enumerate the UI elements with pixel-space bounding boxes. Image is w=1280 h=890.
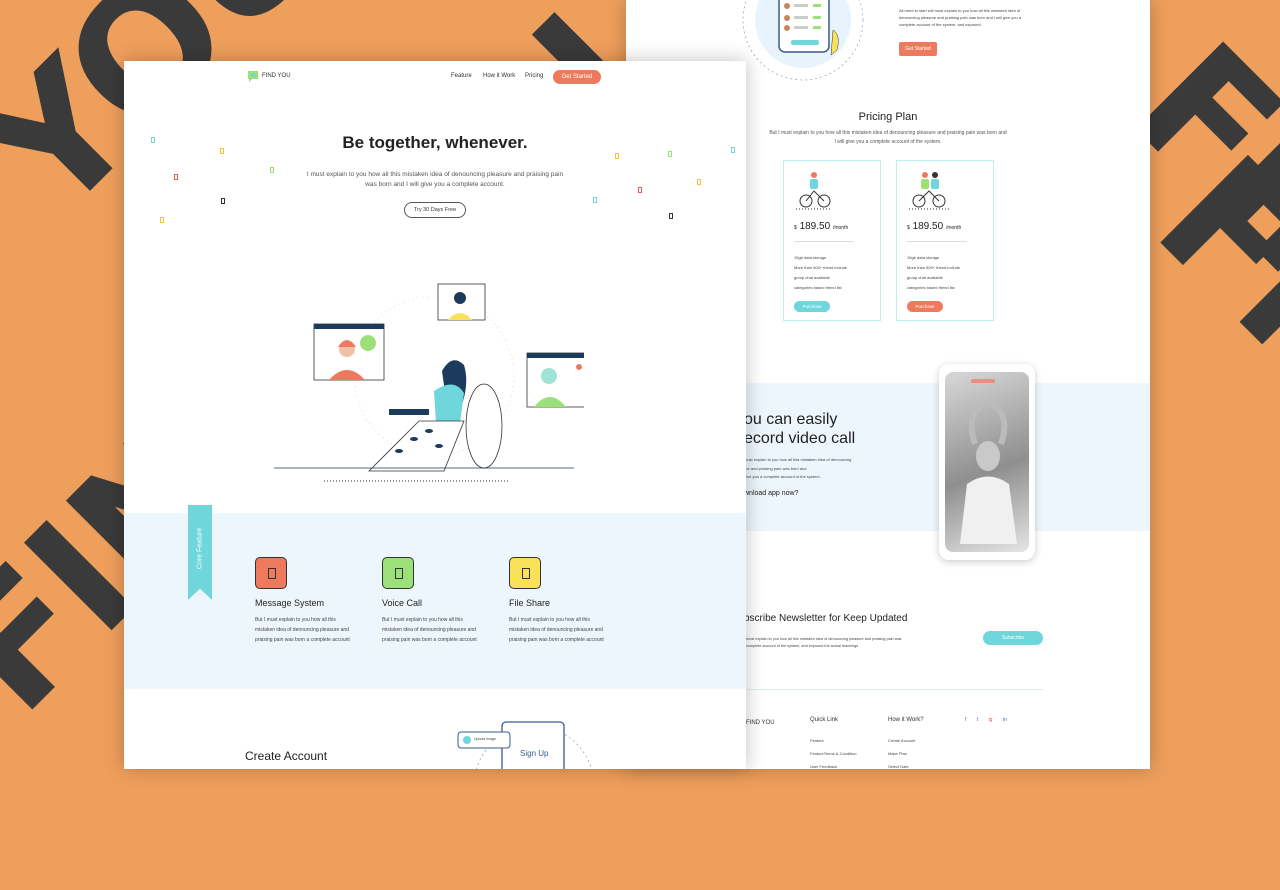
nav-feature[interactable]: Feature [451,73,472,79]
feature-text: praising pain was born a complete accoun… [382,637,477,643]
feature-title: Message System [255,598,325,608]
feature-text: But I must explain to you how all this [255,617,336,623]
right-get-started-button[interactable]: Get Started [899,42,937,56]
footer-link[interactable]: Make Plan [888,747,915,760]
feature-text: mistaken idea of denouncing pleasure and [255,627,349,633]
feature-text: mistaken idea of denouncing pleasure and [382,627,476,633]
video-text-2: ure and praising pain was born and [744,465,807,471]
pricing-card-1: $ 189.50 /month 15gb data storage More t… [783,160,881,321]
right-top-text-1: All need to start will must explain to y… [899,8,1021,13]
feature-title: Voice Call [382,598,423,608]
footer-link[interactable]: Create Account [888,734,915,747]
plan-1-purchase-button[interactable]: Purchase [794,301,830,312]
phone-frame [939,364,1035,560]
video-title-1: ou can easily [744,411,838,428]
core-feature-section [124,513,746,689]
feature-text: mistaken idea of denouncing pleasure and [509,627,603,633]
plan-2-feature: More than 500+ friend include [907,265,961,270]
hero-video-call-illustration [274,283,584,482]
video-text-3: give you a complete account of the syste… [744,474,821,479]
plan-2-feature: categories based friend list [907,285,955,290]
linkedin-icon[interactable]: in [1003,717,1007,723]
feature-text: praising pain was born a complete accoun… [509,637,604,643]
hero-subtitle-1: I must explain to you how all this mista… [306,171,564,178]
plan-2-period: /month [945,225,962,231]
plan-1-period: /month [832,225,849,231]
upload-image-label: Upload Image [474,737,496,741]
footer-link[interactable]: User Feedback [810,760,856,769]
hero-title: Be together, whenever. [342,133,528,152]
nav-pricing[interactable]: Pricing [525,73,543,79]
message-system-icon [255,557,287,589]
newsletter-text-2: l complete account of the system, and ex… [744,644,859,648]
facebook-icon[interactable]: f [965,717,966,723]
footer-link[interactable]: FeatureTerms & Condition [810,747,856,760]
footer-how-title: How it Work? [888,717,924,723]
file-share-icon [509,557,541,589]
plan-1-currency: $ [794,225,797,231]
footer-link[interactable]: Select Date [888,760,915,769]
create-account-title: Create Account [245,749,328,763]
bg-word-right-bottom: FIND YOU [1120,120,1280,889]
phone-illustration [742,0,864,81]
woman-silhouette [960,404,1017,544]
get-started-button[interactable]: Get Started [553,70,601,84]
feature-text: But I must explain to you how all this [382,617,463,623]
video-title-2: ecord video call [744,430,856,447]
download-link[interactable]: wnload app now? [744,490,799,497]
plan-1-feature: group chat available [794,275,830,280]
twitter-icon[interactable]: t [977,717,978,723]
nav-how-it-work[interactable]: How it Work [483,73,515,79]
try-free-button[interactable]: Try 30 Days Free [404,202,466,218]
feature-text: praising pain was born a complete accoun… [255,637,350,643]
plan-1-feature: 15gb data storage [794,255,827,260]
plan-2-price: 189.50 [912,221,944,232]
newsletter-text-1: t must explain to you how all this mista… [744,637,902,641]
plan-2-purchase-button[interactable]: Purchase [907,301,943,312]
chat-bubble-logo-icon [248,71,258,82]
subscribe-button[interactable]: Subscribe [983,631,1043,645]
plan-2-feature: 15gb data storage [907,255,940,260]
plan-2-currency: $ [907,225,910,231]
instagram-icon[interactable]: ig [989,717,993,723]
newsletter-title: bscribe Newsletter for Keep Updated [744,613,908,624]
right-top-text-2: denouncing pleasure and praising pain wa… [899,15,1022,20]
core-feature-ribbon: Core Feature [188,505,212,600]
voice-call-icon [382,557,414,589]
logo[interactable]: FIND YOU [246,69,291,83]
plan-2-feature: group chat available [907,275,943,280]
hero-subtitle-2: was born and I will give you a complete … [365,181,505,188]
plan-1-feature: categories based friend list [794,285,842,290]
pricing-card-2: $ 189.50 /month 15gb data storage More t… [896,160,994,321]
signup-heading: Sign Up [520,749,549,758]
signup-illustration [457,721,592,769]
bike-illustration-icon [796,172,832,210]
footer-quick-title: Quick Link [810,717,839,723]
feature-text: But I must explain to you how all this [509,617,590,623]
left-page: FIND YOU Feature How it Work Pricing Get… [124,61,746,769]
feature-title: File Share [509,598,551,608]
core-feature-label: Core Feature [196,527,204,570]
right-top-text-3: complete account of the system, and expo… [899,22,982,27]
plan-1-price: 189.50 [799,221,831,232]
brand-name: FIND YOU [262,73,291,79]
bike-illustration-icon [909,172,949,210]
plan-1-feature: More than 500+ friend include [794,265,848,270]
footer-link[interactable]: Feature [810,734,856,747]
recording-indicator [971,379,995,383]
video-text-1: must explain to you how all this mistake… [744,457,852,462]
footer-brand: FIND YOU [746,720,775,726]
